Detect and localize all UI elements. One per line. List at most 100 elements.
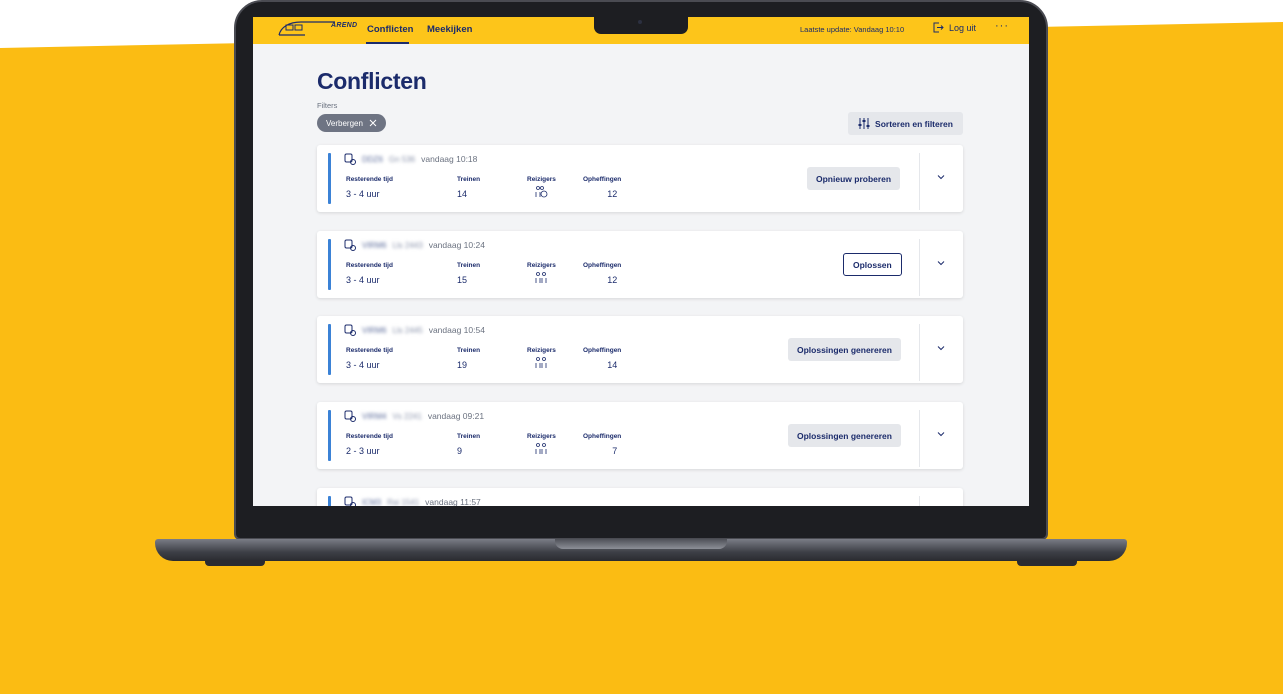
train-route: Vs 2241 [392,411,422,421]
last-update-text: Laatste update: Vandaag 10:10 [800,25,905,34]
train-id: VIRM4 [362,411,387,421]
logout-label: Log uit [949,22,977,33]
train-id: VIRM6 [362,325,387,335]
card-divider [919,239,920,296]
laptop-foot [205,560,265,566]
trains-col: Treinen 14 [457,176,480,199]
close-icon[interactable] [369,119,377,127]
remaining-label: Resterende tijd [346,262,393,269]
cancellations-value: 12 [607,275,618,285]
cancellations-label: Opheffingen [583,433,622,440]
train-id: DDZ6 [362,154,383,164]
chevron-down-icon[interactable] [935,171,947,183]
conflict-card[interactable]: DDZ6 Gn 536 vandaag 10:18 Resterende tij… [317,145,963,212]
status-bar [328,239,331,290]
trains-col: Treinen 15 [457,262,480,285]
train-route: Rai 1541 [387,497,420,507]
cancellations-col: Opheffingen 12 [583,262,621,285]
logo-text: AREND [331,22,358,29]
filters-label: Filters [317,101,338,110]
trains-col: Treinen 9 [457,433,480,456]
chevron-down-icon[interactable] [935,257,947,269]
train-route: Gn 536 [388,154,416,164]
chip-label: Verbergen [326,118,363,128]
remaining-label: Resterende tijd [346,433,393,440]
remaining-value: 3 - 4 uur [346,275,380,285]
train-alert-icon [344,496,356,506]
sort-filter-label: Sorteren en filteren [875,118,953,129]
passengers-label: Reizigers [527,262,556,269]
logout-button[interactable]: Log uit [933,22,976,33]
nav-meekijken[interactable]: Meekijken [427,24,472,35]
train-logo-icon [278,21,335,36]
more-menu-icon[interactable]: ··· [995,20,1009,32]
trains-col: Treinen 19 [457,347,480,370]
card-time: vandaag 10:54 [428,325,485,335]
passengers-label: Reizigers [527,433,556,440]
people-clock-icon [535,186,548,198]
card-header: VIRM6 Lls 2443 vandaag 10:24 [344,239,485,251]
passengers-col: Reizigers [527,433,556,460]
trains-value: 14 [457,189,468,199]
card-time: vandaag 09:21 [427,411,485,421]
filter-chip-verbergen[interactable]: Verbergen [317,114,386,132]
remaining-col: Resterende tijd 3 - 4 uur [346,262,393,285]
nav-conflicten[interactable]: Conflicten [367,24,413,35]
retry-button[interactable]: Opnieuw proberen [807,167,901,190]
conflict-card[interactable]: VIRM6 Lls 2443 vandaag 10:24 Resterende … [317,231,963,298]
chevron-down-icon[interactable] [935,428,947,440]
trains-label: Treinen [457,262,481,269]
nav-active-indicator [366,42,409,44]
chevron-down-icon[interactable] [935,342,947,354]
trains-label: Treinen [457,347,481,354]
generate-solutions-button[interactable]: Oplossingen genereren [788,424,901,447]
trains-value: 15 [457,275,468,285]
cancellations-col: Opheffingen 14 [583,347,621,370]
people-icon [535,272,547,283]
conflict-card[interactable]: ICM3 Rai 1541 vandaag 11:57 [317,488,963,506]
train-route: Lls 2443 [392,240,423,250]
conflict-card[interactable]: VIRM6 Lls 2445 vandaag 10:54 Resterende … [317,316,963,383]
remaining-value: 2 - 3 uur [346,446,380,456]
cancellations-label: Opheffingen [583,176,622,183]
app-screen: AREND Conflicten Meekijken Laatste updat… [253,17,1029,506]
logout-icon [933,22,944,33]
card-header: VIRM6 Lls 2445 vandaag 10:54 [344,324,485,336]
train-id: ICM3 [362,497,382,507]
card-header: VIRM4 Vs 2241 vandaag 09:21 [344,410,484,422]
card-time: vandaag 11:57 [425,497,481,506]
cancellations-value: 12 [607,189,618,199]
remaining-col: Resterende tijd 3 - 4 uur [346,347,393,370]
laptop-hinge-lip [555,539,727,549]
card-divider [919,153,920,210]
card-divider [919,324,920,381]
passengers-col: Reizigers [527,176,556,203]
cancellations-value: 14 [607,360,618,370]
cancellations-label: Opheffingen [583,347,622,354]
remaining-value: 3 - 4 uur [346,360,380,370]
laptop-foot [1017,560,1077,566]
passengers-col: Reizigers [527,347,556,374]
train-alert-icon [344,410,356,422]
cancellations-label: Opheffingen [583,262,622,269]
passengers-label: Reizigers [527,176,556,183]
card-header: DDZ6 Gn 536 vandaag 10:18 [344,153,477,165]
arend-logo[interactable]: AREND [275,19,357,39]
status-bar [328,496,331,506]
remaining-col: Resterende tijd 3 - 4 uur [346,176,393,199]
remaining-col: Resterende tijd 2 - 3 uur [346,433,393,456]
remaining-value: 3 - 4 uur [346,189,380,199]
conflict-card[interactable]: VIRM4 Vs 2241 vandaag 09:21 Resterende t… [317,402,963,469]
passengers-col: Reizigers [527,262,556,289]
cancellations-value: 7 [612,446,618,456]
train-id: VIRM6 [362,240,387,250]
generate-solutions-button[interactable]: Oplossingen genereren [788,338,901,361]
sort-filter-button[interactable]: Sorteren en filteren [848,112,963,135]
solve-button[interactable]: Oplossen [843,253,902,276]
page-title: Conflicten [317,68,427,94]
trains-label: Treinen [457,433,481,440]
card-divider [919,496,920,506]
passengers-label: Reizigers [527,347,556,354]
cancellations-col: Opheffingen 7 [583,433,621,456]
status-bar [328,324,331,375]
